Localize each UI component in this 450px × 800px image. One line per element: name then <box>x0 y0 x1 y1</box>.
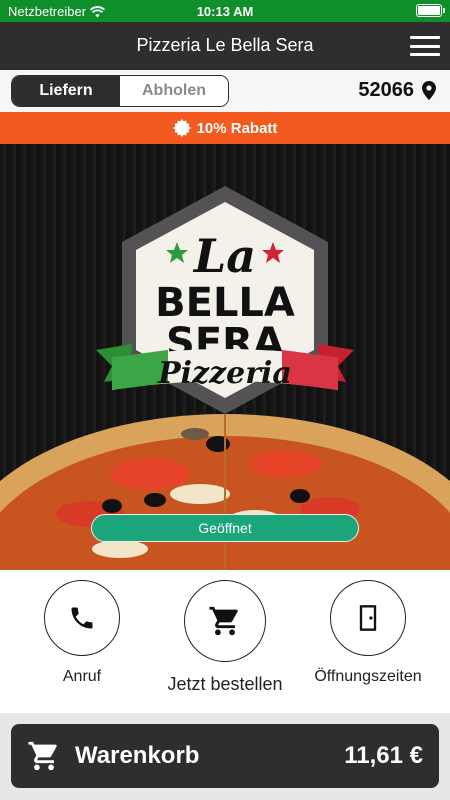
cart-label: Warenkorb <box>75 742 200 769</box>
postal-code: 52066 <box>358 79 414 101</box>
hero-banner: La BELLA SERA Pizzeria Geöffnet <box>0 144 450 570</box>
status-bar: Netzbetreiber 10:13 AM <box>0 0 450 22</box>
pizza-image <box>0 414 450 570</box>
menu-line <box>410 44 440 48</box>
discount-badge-icon <box>172 119 191 137</box>
discount-banner[interactable]: 10% Rabatt <box>0 112 450 144</box>
mode-pickup-button[interactable]: Abholen <box>120 76 228 106</box>
battery-icon <box>416 4 445 17</box>
order-now-button[interactable] <box>184 580 266 662</box>
order-now-action[interactable]: Jetzt bestellen <box>165 580 285 695</box>
cart-button[interactable]: Warenkorb 11,61 € <box>11 724 439 788</box>
app-header: Pizzeria Le Bella Sera <box>0 22 450 70</box>
cart-footer: Warenkorb 11,61 € <box>0 713 450 800</box>
logo-word-pizzeria: Pizzeria <box>157 356 292 391</box>
order-mode-bar: Liefern Abholen 52066 <box>0 70 450 112</box>
call-label: Anruf <box>62 668 102 685</box>
call-button[interactable] <box>44 580 120 656</box>
cart-icon <box>209 606 238 636</box>
restaurant-logo: La BELLA SERA Pizzeria <box>0 186 450 570</box>
hamburger-menu-icon[interactable] <box>410 36 440 56</box>
menu-line <box>410 36 440 39</box>
opening-hours-button[interactable] <box>330 580 406 656</box>
cart-icon <box>27 739 61 773</box>
mode-delivery-button[interactable]: Liefern <box>12 76 120 106</box>
page-title: Pizzeria Le Bella Sera <box>136 35 314 55</box>
menu-line <box>410 53 440 56</box>
status-time: 10:13 AM <box>196 4 254 19</box>
phone-icon <box>71 607 93 629</box>
order-mode-toggle: Liefern Abholen <box>11 75 229 107</box>
open-status-badge: Geöffnet <box>91 514 359 542</box>
quick-actions: Anruf Jetzt bestellen Öffnungszeiten <box>0 570 450 713</box>
logo-word-la: La <box>192 229 256 283</box>
cart-total: 11,61 € <box>344 742 423 769</box>
door-icon <box>359 605 377 631</box>
postal-code-selector[interactable]: 52066 <box>358 79 436 102</box>
location-pin-icon <box>422 81 436 100</box>
order-now-label: Jetzt bestellen <box>167 674 283 694</box>
opening-hours-action[interactable]: Öffnungszeiten <box>308 580 428 686</box>
discount-text: 10% Rabatt <box>196 119 278 137</box>
opening-hours-label: Öffnungszeiten <box>314 668 422 685</box>
call-action[interactable]: Anruf <box>22 580 142 686</box>
